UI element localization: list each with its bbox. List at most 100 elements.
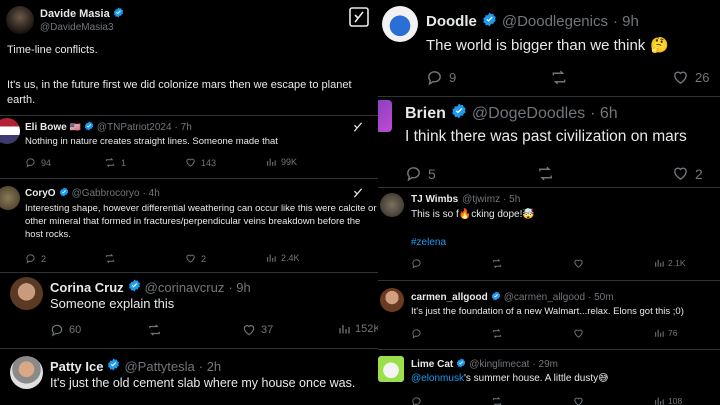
author-name[interactable]: Brien [405, 105, 446, 123]
views-button[interactable]: 2.1K [654, 258, 686, 268]
reply-button[interactable]: 94 [25, 157, 51, 168]
author-handle[interactable]: @tjwimz [462, 194, 500, 205]
views-button[interactable]: 152K [338, 323, 380, 335]
repost-button[interactable] [536, 165, 555, 182]
reply-icon [412, 329, 421, 339]
reply-button[interactable]: 60 [50, 323, 81, 337]
author-handle[interactable]: @Doodlegenics [502, 13, 608, 30]
author-handle[interactable]: @corinavcruz [145, 280, 225, 295]
author-name[interactable]: Davide Masia [40, 8, 110, 20]
repost-button[interactable] [147, 323, 162, 337]
author-name[interactable]: CoryO [25, 188, 56, 199]
author-handle[interactable]: @TNPatriot2024 [97, 122, 172, 133]
author-name[interactable]: Eli Bowe [25, 122, 67, 133]
like-button[interactable]: 37 [242, 323, 273, 337]
reply-button[interactable]: 9 [426, 69, 456, 86]
repost-icon [552, 70, 566, 85]
like-icon [574, 397, 583, 405]
mind-blown-emoji: 🤯 [522, 209, 535, 220]
reply-icon [412, 259, 421, 269]
repost-button[interactable] [491, 396, 503, 405]
like-button[interactable]: 2 [672, 165, 703, 182]
hashtag-link[interactable]: #zelena [411, 237, 446, 248]
reply-button[interactable] [411, 328, 422, 339]
views-count: 99K [281, 157, 298, 167]
avatar-patty-ice[interactable] [10, 356, 43, 389]
grok-icon[interactable] [349, 7, 369, 27]
author-name[interactable]: carmen_allgood [411, 292, 488, 303]
like-icon [574, 329, 583, 338]
reply-button[interactable] [411, 258, 422, 269]
avatar-doodle[interactable] [382, 6, 418, 42]
verified-badge-icon [451, 103, 467, 124]
avatar-coryo[interactable] [0, 186, 20, 210]
verified-badge-icon [59, 187, 69, 200]
like-button[interactable]: 2 [185, 253, 206, 264]
like-button[interactable] [573, 328, 584, 339]
post-text: It's just the foundation of a new Walmar… [411, 306, 684, 317]
repost-button[interactable] [491, 328, 503, 339]
sweat-smile-emoji: 😅 [598, 373, 609, 384]
verified-badge-icon [456, 358, 466, 371]
avatar-carmen-allgood[interactable] [380, 288, 404, 312]
views-icon [655, 397, 664, 405]
views-button[interactable]: 2.4K [266, 253, 300, 263]
right-column: Doodle @Doodlegenics · 9h The world is b… [378, 0, 720, 405]
views-icon [655, 329, 664, 337]
author-name[interactable]: Doodle [426, 13, 477, 30]
views-button[interactable]: 99K [266, 157, 297, 167]
avatar-brien[interactable] [378, 100, 392, 132]
like-button[interactable] [573, 396, 584, 405]
author-handle[interactable]: @Gabbrocoryo [72, 188, 140, 199]
reply-button[interactable] [411, 396, 422, 405]
repost-button[interactable] [550, 69, 568, 86]
mention-link[interactable]: @elonmusk [411, 373, 464, 384]
divider [378, 349, 720, 350]
reply-button[interactable]: 5 [405, 165, 436, 182]
post-text: Someone explain this [50, 296, 175, 311]
views-button[interactable]: 108 [654, 396, 682, 405]
post-text: 's summer house. A little dusty [463, 373, 599, 384]
divider [0, 115, 380, 116]
like-button[interactable] [573, 258, 584, 269]
verified-badge-icon [491, 291, 501, 304]
repost-button[interactable] [104, 253, 116, 264]
repost-button[interactable] [491, 258, 503, 269]
author-name[interactable]: Corina Cruz [50, 280, 124, 295]
repost-icon [149, 324, 160, 336]
author-handle[interactable]: @kinglimecat [469, 359, 529, 370]
avatar-tj-wimbs[interactable] [380, 193, 404, 217]
post-time: · 7h [174, 122, 192, 133]
grok-icon[interactable] [352, 121, 364, 133]
post-text-cont: cking dope! [471, 209, 523, 220]
author-handle[interactable]: @DogeDoodles [472, 105, 585, 123]
fire-emoji: 🔥 [458, 209, 472, 220]
repost-button[interactable]: 1 [104, 157, 126, 168]
like-button[interactable]: 143 [185, 157, 216, 168]
reply-icon [26, 158, 35, 168]
avatar-corina-cruz[interactable] [10, 277, 43, 310]
views-button[interactable]: 76 [654, 328, 677, 338]
author-name[interactable]: Patty Ice [50, 359, 103, 374]
avatar-lime-cat[interactable] [378, 356, 404, 382]
author-handle[interactable]: @carmen_allgood [504, 292, 585, 303]
divider [378, 187, 720, 188]
author-handle[interactable]: @Pattytesla [124, 359, 194, 374]
repost-icon [539, 166, 552, 181]
reply-count: 9 [449, 70, 457, 85]
post-text: Interesting shape, however differential … [25, 203, 377, 240]
grok-icon[interactable] [352, 187, 364, 199]
post-time: · 29m [532, 359, 558, 370]
author-name[interactable]: TJ Wimbs [411, 194, 458, 205]
verified-badge-icon [482, 12, 497, 31]
author-name[interactable]: Lime Cat [411, 359, 453, 370]
avatar-davide-masia[interactable] [6, 6, 34, 34]
post-text-line1: Time-line conflicts. [7, 44, 98, 56]
like-button[interactable]: 26 [672, 69, 709, 86]
post-text: I think there was past civilization on m… [405, 128, 687, 145]
divider [0, 348, 380, 349]
views-count: 108 [668, 396, 683, 405]
reply-button[interactable]: 2 [25, 253, 46, 264]
author-handle[interactable]: @DavideMasia3 [40, 22, 114, 33]
avatar-eli-bowe[interactable] [0, 118, 20, 144]
